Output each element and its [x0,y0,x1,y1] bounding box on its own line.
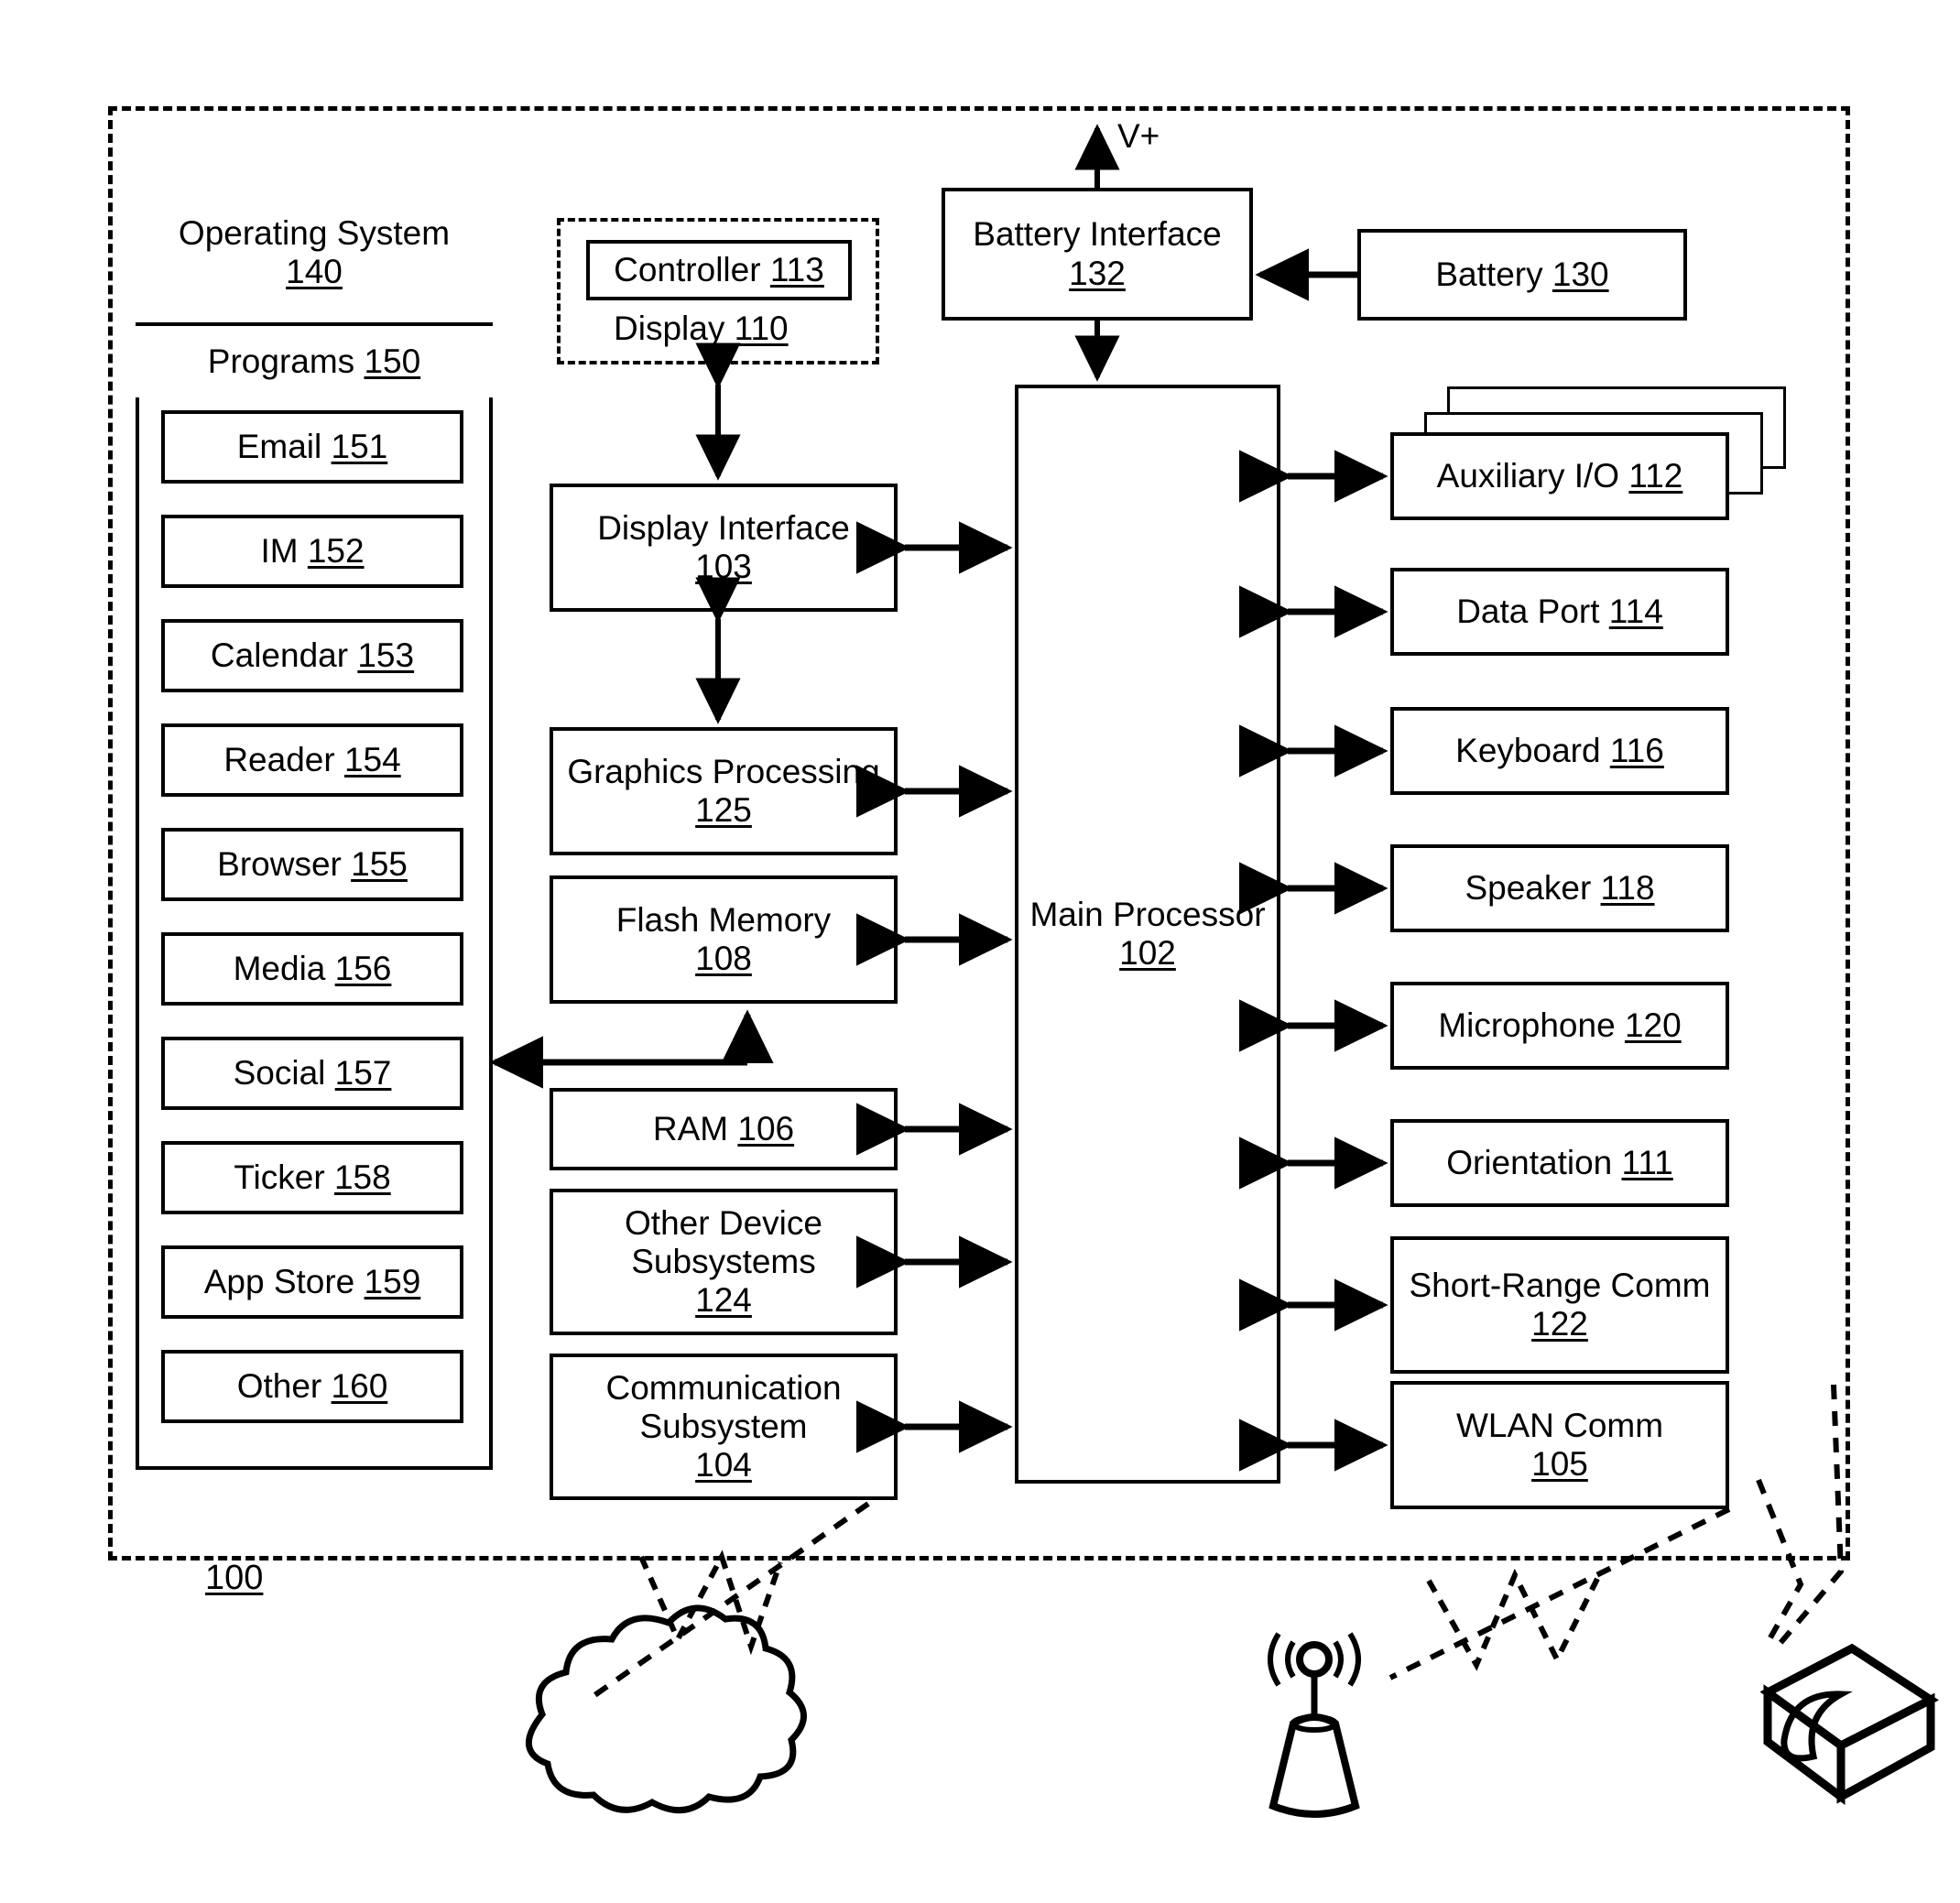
program-item-browser[interactable]: Browser 155 [161,828,463,901]
network-cloud-icon [525,1604,807,1814]
cell-tower-base-icon [1269,1713,1360,1818]
cell-tower-signal-arc-inner [1285,1640,1296,1679]
access-point-side-face-icon [1836,1692,1935,1804]
access-point-front-face-icon [1763,1684,1846,1805]
program-item-social[interactable]: Social 157 [161,1037,463,1110]
device-reference-number: 100 [205,1559,264,1597]
cell-tower-signal-arc-outer-right [1347,1632,1361,1687]
peripheral-auxiliary-io[interactable]: Auxiliary I/O 112 [1390,432,1729,520]
figure-canvas: 100 Operating System 140 Programs 150 Em… [0,0,1960,1903]
peripheral-orientation[interactable]: Orientation 111 [1390,1119,1729,1207]
cell-tower-emitter-icon [1296,1641,1333,1678]
program-item-media[interactable]: Media 156 [161,932,463,1006]
operating-system-label: Operating System [178,213,451,252]
programs-label: Programs [207,342,355,380]
peripheral-short-range-comm[interactable]: Short-Range Comm 122 [1390,1236,1729,1374]
peripheral-microphone[interactable]: Microphone 120 [1390,982,1729,1070]
cell-tower-signal-arc-inner-right [1333,1640,1344,1679]
programs-ref: 150 [364,342,421,380]
program-item-ticker[interactable]: Ticker 158 [161,1141,463,1214]
wlan-tower-rf-zigzag [1426,1568,1600,1671]
peripheral-data-port[interactable]: Data Port 114 [1390,568,1729,656]
battery-interface-box[interactable]: Battery Interface 132 [942,188,1253,321]
program-item-email[interactable]: Email 151 [161,410,463,484]
peripheral-keyboard[interactable]: Keyboard 116 [1390,707,1729,795]
program-item-im[interactable]: IM 152 [161,515,463,588]
peripheral-speaker[interactable]: Speaker 118 [1390,844,1729,932]
program-item-reader[interactable]: Reader 154 [161,723,463,797]
cell-tower-base-top-icon [1290,1714,1338,1733]
display-interface-box[interactable]: Display Interface 103 [550,484,898,612]
programs-header: Programs 150 [136,326,493,397]
battery-box[interactable]: Battery 130 [1357,229,1687,321]
power-rail-label: V+ [1117,117,1160,155]
access-point-dish-icon [1780,1691,1853,1762]
main-processor-box[interactable]: Main Processor 102 [1015,385,1280,1484]
ram-box[interactable]: RAM 106 [550,1088,898,1170]
operating-system-ref: 140 [286,253,343,290]
program-item-other[interactable]: Other 160 [161,1350,463,1423]
display-group-label: Display 110 [614,310,789,347]
peripheral-wlan-comm[interactable]: WLAN Comm 105 [1390,1381,1729,1509]
program-item-app-store[interactable]: App Store 159 [161,1245,463,1319]
communication-subsystem-box[interactable]: Communication Subsystem 104 [550,1354,898,1500]
other-device-subsystems-box[interactable]: Other Device Subsystems 124 [550,1189,898,1335]
cell-tower-signal-arc-outer [1268,1632,1281,1687]
access-point-top-face-icon [1759,1643,1939,1751]
flash-memory-box[interactable]: Flash Memory 108 [550,875,898,1004]
program-item-calendar[interactable]: Calendar 153 [161,619,463,692]
operating-system-box[interactable]: Operating System 140 [136,183,493,322]
display-controller-box[interactable]: Controller 113 [586,240,852,300]
graphics-processing-box[interactable]: Graphics Processing 125 [550,727,898,855]
